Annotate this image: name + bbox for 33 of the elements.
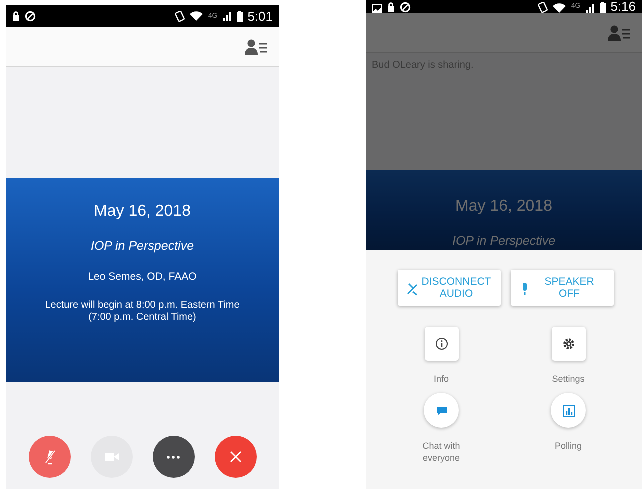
speaker-off-button[interactable]: SPEAKER OFF [511,270,614,306]
clock-time: 5:01 [248,8,273,24]
action-label: Info [432,373,450,385]
battery-icon [236,10,243,22]
participants-icon[interactable] [608,24,630,40]
chat-button[interactable] [424,393,459,428]
action-label: Chat with everyone [422,440,462,464]
clock-time: 5:16 [610,0,636,13]
info-icon [434,337,448,351]
bar-chart-icon [562,404,576,418]
more-button[interactable] [152,436,194,478]
slide-title: IOP in Perspective [452,234,556,248]
polling-button[interactable] [551,393,586,428]
rotation-icon [175,10,186,22]
end-call-button[interactable] [214,436,256,478]
wifi-icon [190,11,204,21]
slide-presenter: Leo Semes, OD, FAAO [88,271,197,283]
settings-button[interactable] [552,327,586,361]
participants-icon[interactable] [245,38,267,54]
action-label: Settings [551,373,586,385]
settings-icon [562,337,576,351]
slide-schedule: Lecture will begin at 8:00 p.m. Eastern Time (7:00 p.m. Central Time) [45,300,240,324]
action-label: Polling [554,440,584,452]
lock-icon [12,10,20,22]
slide-date: May 16, 2018 [456,198,552,216]
slide-date: May 16, 2018 [94,203,191,221]
mute-button[interactable] [28,436,70,478]
disconnect-audio-button[interactable]: DISCONNECT AUDIO [398,270,501,306]
signal-icon [222,11,232,21]
info-button[interactable] [424,327,458,361]
slide-title: IOP in Perspective [90,239,194,253]
dots-icon [167,456,180,458]
close-icon [228,449,244,465]
